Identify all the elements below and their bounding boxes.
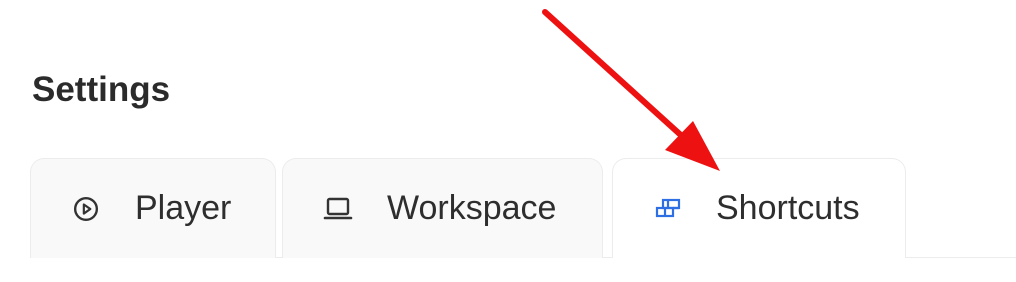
tab-shortcuts[interactable]: Shortcuts: [612, 158, 906, 258]
tab-player[interactable]: Player: [30, 158, 276, 258]
grid-shortcut-icon: [651, 192, 685, 226]
tab-workspace[interactable]: Workspace: [282, 158, 603, 258]
tab-shortcuts-label: Shortcuts: [716, 189, 860, 227]
tab-workspace-label: Workspace: [387, 189, 557, 227]
laptop-icon: [321, 192, 355, 226]
settings-tab-bar: Player Workspace Shortcuts: [30, 158, 1016, 258]
play-circle-icon: [69, 192, 103, 226]
tab-player-label: Player: [135, 189, 232, 227]
page-title: Settings: [32, 70, 171, 109]
